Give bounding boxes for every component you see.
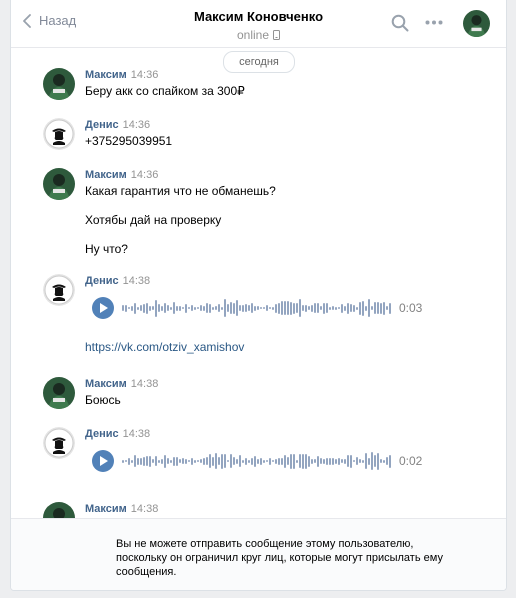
message-author[interactable]: Максим <box>85 503 127 515</box>
online-status-text: online <box>236 28 270 42</box>
message-text: Хотябы дай на проверку <box>85 213 222 227</box>
message-time: 14:36 <box>130 69 159 81</box>
message-time: 14:38 <box>130 503 159 515</box>
voice-message: 0:03 <box>85 294 495 322</box>
message-text: Какая гарантия что не обманешь? <box>85 184 276 198</box>
message-text: Ну что? <box>85 242 128 256</box>
blocked-notice-footer: Вы не можете отправить сообщение этому п… <box>11 518 506 590</box>
mobile-phone-icon <box>273 30 281 40</box>
message-author[interactable]: Максим <box>85 378 127 390</box>
message-author[interactable]: Денис <box>85 275 119 287</box>
message-time: 14:36 <box>130 169 159 181</box>
voice-message: 0:02 <box>85 447 495 475</box>
voice-duration: 0:03 <box>399 301 423 315</box>
avatar[interactable] <box>43 168 75 200</box>
voice-waveform[interactable] <box>122 294 392 322</box>
online-status: online <box>236 28 281 42</box>
message-text: +375295039951 <box>85 134 173 148</box>
message-text: Беру акк со спайком за 300₽ <box>85 84 245 98</box>
message-time: 14:38 <box>122 275 151 287</box>
play-icon[interactable] <box>92 450 114 472</box>
chat-title-block: Максим Коновченко online <box>11 9 506 44</box>
message-time: 14:36 <box>122 119 151 131</box>
avatar[interactable] <box>43 68 75 100</box>
more-dots-icon[interactable] <box>425 20 443 25</box>
message-author[interactable]: Денис <box>85 428 119 440</box>
chat-panel: Назад Максим Коновченко online сегодня М… <box>10 0 507 591</box>
avatar[interactable] <box>43 377 75 409</box>
message-author[interactable]: Денис <box>85 119 119 131</box>
message-time: 14:38 <box>130 378 159 390</box>
chat-header: Назад Максим Коновченко online <box>11 0 506 48</box>
message-link[interactable]: https://vk.com/otziv_xamishov <box>85 340 495 354</box>
blocked-notice-text: Вы не можете отправить сообщение этому п… <box>116 538 443 578</box>
message-time: 14:38 <box>122 428 151 440</box>
message-author[interactable]: Максим <box>85 69 127 81</box>
play-icon[interactable] <box>92 297 114 319</box>
message-author[interactable]: Максим <box>85 169 127 181</box>
avatar[interactable] <box>43 427 75 459</box>
avatar[interactable] <box>43 118 75 150</box>
search-icon[interactable] <box>391 14 409 32</box>
avatar[interactable] <box>43 274 75 306</box>
contact-avatar[interactable] <box>463 10 490 37</box>
voice-duration: 0:02 <box>399 454 423 468</box>
date-divider: сегодня <box>223 51 295 73</box>
voice-waveform[interactable] <box>122 447 392 475</box>
message-text: Боюсь <box>85 393 121 407</box>
